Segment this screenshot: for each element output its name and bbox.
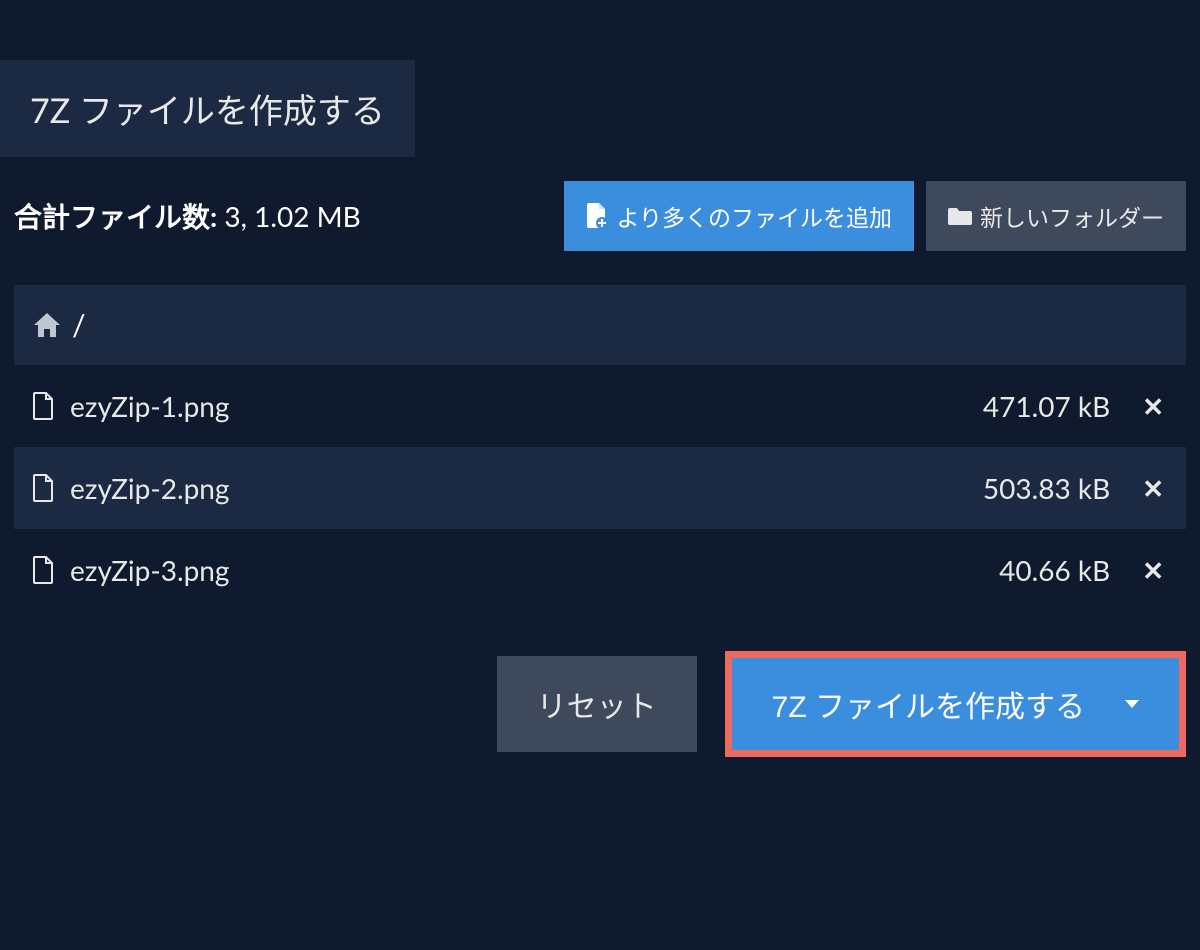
file-add-icon [586, 203, 608, 229]
file-row: ezyZip-3.png 40.66 kB ✕ [14, 529, 1186, 611]
remove-file-button[interactable]: ✕ [1138, 554, 1168, 587]
file-size: 503.83 kB [983, 471, 1110, 505]
file-icon [32, 392, 54, 420]
file-panel: / ezyZip-1.png 471.07 kB ✕ ezyZip-2.png … [14, 285, 1186, 611]
breadcrumb-sep: / [72, 307, 86, 343]
folder-icon [948, 206, 972, 226]
file-summary: 合計ファイル数: 3, 1.02 MB [14, 196, 361, 236]
create-7z-button[interactable]: 7Z ファイルを作成する [732, 658, 1179, 750]
file-size: 471.07 kB [983, 389, 1110, 423]
create-label: 7Z ファイルを作成する [772, 682, 1085, 726]
file-icon [32, 474, 54, 502]
file-row: ezyZip-2.png 503.83 kB ✕ [14, 447, 1186, 529]
chevron-down-icon [1125, 700, 1139, 708]
reset-label: リセット [537, 691, 657, 724]
remove-file-button[interactable]: ✕ [1138, 472, 1168, 505]
breadcrumb[interactable]: / [14, 285, 1186, 365]
home-icon[interactable] [32, 311, 62, 339]
file-size: 40.66 kB [999, 553, 1110, 587]
remove-file-button[interactable]: ✕ [1138, 390, 1168, 423]
add-more-files-button[interactable]: より多くのファイルを追加 [564, 181, 914, 251]
new-folder-button[interactable]: 新しいフォルダー [926, 181, 1186, 251]
file-icon [32, 556, 54, 584]
actions-bar: リセット 7Z ファイルを作成する [0, 611, 1200, 797]
reset-button[interactable]: リセット [497, 656, 697, 752]
tab-label: 7Z ファイルを作成する [30, 90, 385, 131]
file-name: ezyZip-2.png [70, 471, 967, 505]
tab-create-7z[interactable]: 7Z ファイルを作成する [0, 60, 415, 157]
file-summary-label: 合計ファイル数: [14, 199, 217, 233]
file-name: ezyZip-1.png [70, 389, 967, 423]
file-name: ezyZip-3.png [70, 553, 983, 587]
file-row: ezyZip-1.png 471.07 kB ✕ [14, 365, 1186, 447]
file-summary-value: 3, 1.02 MB [224, 199, 360, 233]
add-more-files-label: より多くのファイルを追加 [616, 199, 892, 233]
toolbar: 合計ファイル数: 3, 1.02 MB より多くのファイルを追加 新しいフォルダ… [0, 157, 1200, 275]
create-button-highlight: 7Z ファイルを作成する [725, 651, 1186, 757]
new-folder-label: 新しいフォルダー [980, 199, 1164, 233]
